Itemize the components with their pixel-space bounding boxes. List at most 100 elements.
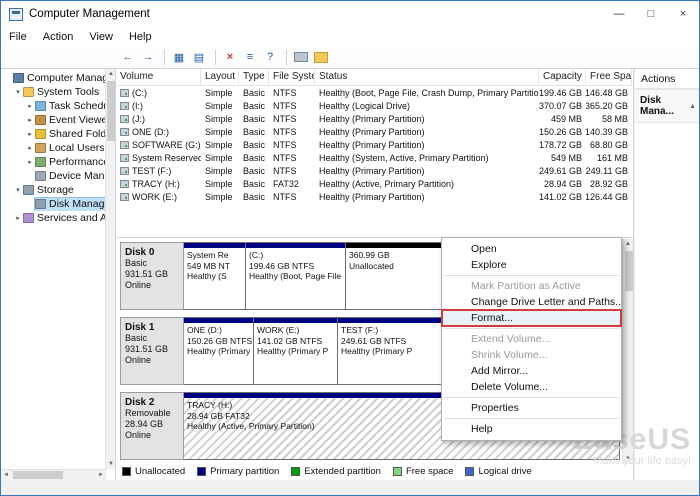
menu-item-help[interactable]: Help xyxy=(442,421,621,437)
menu-item-delete-volume[interactable]: Delete Volume... xyxy=(442,379,621,395)
computer-icon xyxy=(13,73,24,83)
tree-item-shared-folders[interactable]: ▸ Shared Folders xyxy=(1,127,115,141)
close-button[interactable]: × xyxy=(667,2,699,27)
disk-2-label[interactable]: Disk 2 Removable 28.94 GB Online xyxy=(120,392,184,460)
properties-icon[interactable]: ≡ xyxy=(241,48,259,66)
export-list-icon[interactable]: ▤ xyxy=(190,48,208,66)
volume-row-i[interactable]: (I:) Simple Basic NTFS Healthy (Logical … xyxy=(116,99,633,112)
primary-partition-swatch xyxy=(197,467,206,476)
partition-legend: Unallocated Primary partition Extended p… xyxy=(122,465,633,478)
volume-row-one-d[interactable]: ONE (D:) Simple Basic NTFS Healthy (Prim… xyxy=(116,125,633,138)
volume-row-tracy-h[interactable]: TRACY (H:) Simple Basic FAT32 Healthy (A… xyxy=(116,177,633,190)
collapse-chevron-icon[interactable]: ▲ xyxy=(689,103,696,110)
column-free-space[interactable]: Free Space xyxy=(586,69,632,85)
drive-icon xyxy=(120,102,129,110)
drive-icon xyxy=(120,180,129,188)
menu-action[interactable]: Action xyxy=(35,27,82,46)
volume-row-c[interactable]: (C:) Simple Basic NTFS Healthy (Boot, Pa… xyxy=(116,86,633,99)
partition-system-reserved[interactable]: System Re 549 MB NT Healthy (S xyxy=(184,242,246,310)
tree-item-system-tools[interactable]: ▾ System Tools xyxy=(1,85,115,99)
users-icon xyxy=(35,143,46,153)
actions-disk-management-group[interactable]: Disk Mana... ▲ xyxy=(635,90,700,123)
menu-item-change-drive-letter[interactable]: Change Drive Letter and Paths... xyxy=(442,294,621,310)
column-capacity[interactable]: Capacity xyxy=(539,69,586,85)
column-type[interactable]: Type xyxy=(239,69,269,85)
volume-row-system-reserved[interactable]: System Reserved Simple Basic NTFS Health… xyxy=(116,151,633,164)
disk-management-icon xyxy=(35,199,46,209)
expander-icon[interactable]: ▸ xyxy=(13,214,23,222)
volume-row-test-f[interactable]: TEST (F:) Simple Basic NTFS Healthy (Pri… xyxy=(116,164,633,177)
menu-help[interactable]: Help xyxy=(121,27,160,46)
menu-view[interactable]: View xyxy=(81,27,121,46)
menu-item-explore[interactable]: Explore xyxy=(442,257,621,273)
menu-item-format[interactable]: Format... xyxy=(442,310,621,326)
menu-separator xyxy=(444,418,619,419)
expander-icon[interactable]: ▾ xyxy=(13,186,23,194)
toolbar-separator xyxy=(286,50,287,65)
app-icon xyxy=(9,8,23,21)
titlebar: Computer Management — □ × xyxy=(1,1,699,27)
drive-icon xyxy=(120,128,129,136)
volume-row-j[interactable]: (J:) Simple Basic NTFS Healthy (Primary … xyxy=(116,112,633,125)
disk-1-label[interactable]: Disk 1 Basic 931.51 GB Online xyxy=(120,317,184,385)
storage-icon xyxy=(23,185,34,195)
console-tree: Computer Management (Local) ▾ System Too… xyxy=(1,69,116,480)
volume-row-software-g[interactable]: SOFTWARE (G:) Simple Basic NTFS Healthy … xyxy=(116,138,633,151)
forward-icon[interactable]: → xyxy=(139,48,157,66)
window-title: Computer Management xyxy=(29,8,603,20)
menu-item-extend-volume: Extend Volume... xyxy=(442,331,621,347)
free-space-swatch xyxy=(393,467,402,476)
column-volume[interactable]: Volume xyxy=(116,69,201,85)
actions-panel: Actions Disk Mana... ▲ xyxy=(635,69,700,480)
volume-row-work-e[interactable]: WORK (E:) Simple Basic NTFS Healthy (Pri… xyxy=(116,190,633,203)
tree-item-device-manager[interactable]: Device Manager xyxy=(1,169,115,183)
expander-icon[interactable]: ▸ xyxy=(25,144,35,152)
menu-item-add-mirror[interactable]: Add Mirror... xyxy=(442,363,621,379)
help-icon[interactable]: ? xyxy=(261,48,279,66)
tree-item-task-scheduler[interactable]: ▸ Task Scheduler xyxy=(1,99,115,113)
column-file-system[interactable]: File System xyxy=(269,69,315,85)
menu-file[interactable]: File xyxy=(1,27,35,46)
expander-icon[interactable]: ▸ xyxy=(25,116,35,124)
column-status[interactable]: Status xyxy=(315,69,539,85)
menu-separator xyxy=(444,275,619,276)
minimize-button[interactable]: — xyxy=(603,2,635,27)
event-viewer-icon xyxy=(35,115,46,125)
partition-work-e[interactable]: WORK (E:) 141.02 GB NTFS Healthy (Primar… xyxy=(254,317,338,385)
expander-icon[interactable]: ▸ xyxy=(25,102,35,110)
menu-separator xyxy=(444,328,619,329)
column-layout[interactable]: Layout xyxy=(201,69,239,85)
device-manager-icon xyxy=(35,171,46,181)
toolbar-separator xyxy=(215,50,216,65)
tree-item-event-viewer[interactable]: ▸ Event Viewer xyxy=(1,113,115,127)
tree-item-disk-management[interactable]: Disk Management xyxy=(1,197,115,211)
tree-item-storage[interactable]: ▾ Storage xyxy=(1,183,115,197)
services-icon xyxy=(23,213,34,223)
menu-item-open[interactable]: Open xyxy=(442,241,621,257)
tree-item-computer-management[interactable]: Computer Management (Local) xyxy=(1,71,115,85)
disk-tool-icon[interactable] xyxy=(292,48,310,66)
unallocated-swatch xyxy=(122,467,131,476)
delete-icon[interactable]: × xyxy=(221,48,239,66)
menu-item-properties[interactable]: Properties xyxy=(442,400,621,416)
tree-item-local-users[interactable]: ▸ Local Users and Groups xyxy=(1,141,115,155)
expander-icon[interactable]: ▾ xyxy=(13,88,23,96)
main-vertical-scrollbar[interactable]: ▲ ▼ xyxy=(622,239,633,464)
expander-icon[interactable]: ▸ xyxy=(25,158,35,166)
menu-item-mark-partition-active: Mark Partition as Active xyxy=(442,278,621,294)
expander-icon[interactable]: ▸ xyxy=(25,130,35,138)
drive-icon xyxy=(120,89,129,97)
back-icon[interactable]: ← xyxy=(119,48,137,66)
performance-icon xyxy=(35,157,46,167)
partition-one-d[interactable]: ONE (D:) 150.26 GB NTFS Healthy (Primary… xyxy=(184,317,254,385)
partition-c[interactable]: (C:) 199.46 GB NTFS Healthy (Boot, Page … xyxy=(246,242,346,310)
tree-vertical-scrollbar[interactable]: ▲ ▼ xyxy=(105,69,115,469)
console-tree-icon[interactable]: ▦ xyxy=(170,48,188,66)
folder-icon xyxy=(23,87,34,97)
folder-tool-icon[interactable] xyxy=(312,48,330,66)
tree-item-performance[interactable]: ▸ Performance xyxy=(1,155,115,169)
maximize-button[interactable]: □ xyxy=(635,2,667,27)
tree-horizontal-scrollbar[interactable]: ◄ ► xyxy=(1,469,106,480)
disk-0-label[interactable]: Disk 0 Basic 931.51 GB Online xyxy=(120,242,184,310)
tree-item-services-applications[interactable]: ▸ Services and Applications xyxy=(1,211,115,225)
